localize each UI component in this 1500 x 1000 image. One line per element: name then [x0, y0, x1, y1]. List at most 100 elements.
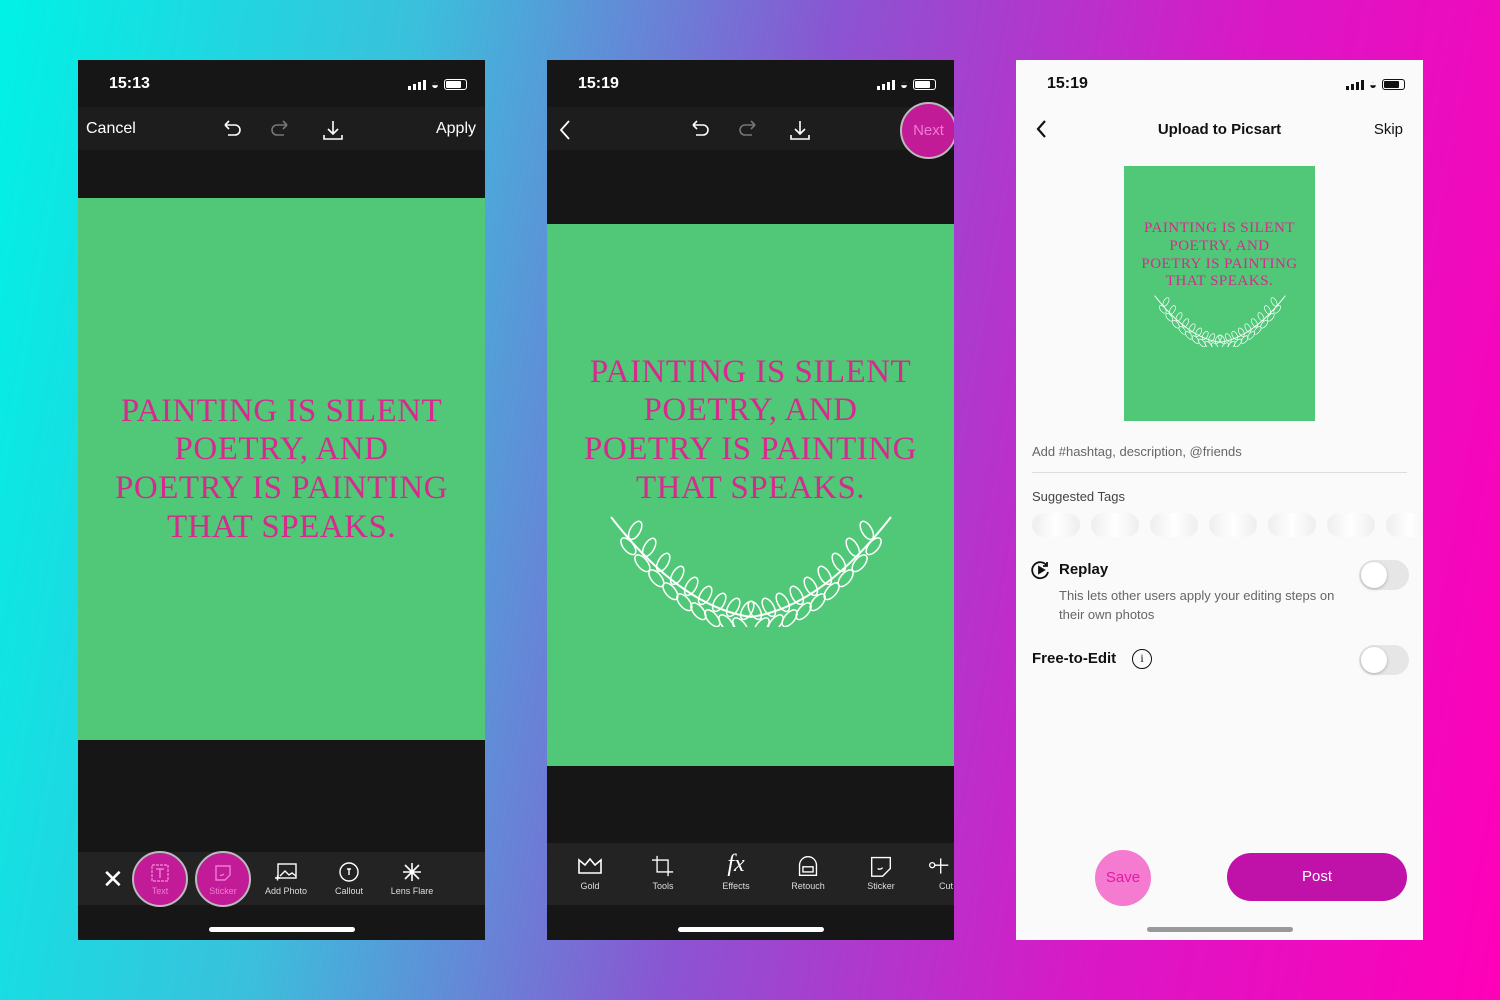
- wifi-icon: ◒: [900, 77, 908, 92]
- sticker-icon: [871, 856, 891, 877]
- status-bar: 15:19 ◒: [1016, 60, 1423, 107]
- tool-label: Text: [151, 886, 169, 896]
- quote-line: THAT SPEAKS.: [635, 469, 866, 506]
- quote-line: POETRY IS PAINTING: [115, 470, 448, 506]
- text-tools-bar: ✕ Text Sticker Add Photo Callout Lens Fl…: [78, 851, 485, 907]
- tool-gold[interactable]: Gold: [561, 855, 619, 891]
- status-icons: ◒: [877, 77, 936, 92]
- save-button[interactable]: Save: [1095, 850, 1151, 906]
- undo-icon[interactable]: [218, 117, 244, 143]
- replay-description: This lets other users apply your editing…: [1059, 588, 1335, 622]
- redo-icon[interactable]: [736, 117, 762, 143]
- retouch-icon: [798, 856, 818, 876]
- tool-label: Gold: [580, 881, 600, 891]
- apply-button[interactable]: Apply: [436, 120, 476, 138]
- wifi-icon: ◒: [431, 77, 439, 92]
- cutout-icon: [929, 858, 949, 874]
- status-bar: 15:19 ◒: [547, 60, 954, 107]
- replay-icon: [1031, 561, 1049, 580]
- phone-editor: 15:19 ◒ Next PAINTING IS SILENT POETRY, A…: [547, 60, 954, 940]
- clock: 15:13: [109, 75, 150, 92]
- download-icon[interactable]: [787, 117, 813, 143]
- skip-button[interactable]: Skip: [1374, 121, 1403, 138]
- signal-icon: [877, 79, 896, 90]
- battery-icon: [913, 79, 936, 90]
- image-preview: PAINTING IS SILENT POETRY, AND POETRY IS P…: [1124, 166, 1315, 421]
- post-button[interactable]: Post: [1227, 853, 1407, 901]
- tool-label: Retouch: [791, 881, 825, 891]
- redo-icon[interactable]: [268, 117, 294, 143]
- tag-placeholder[interactable]: [1150, 513, 1198, 537]
- quote-text[interactable]: PAINTING IS SILENT POETRY, AND POETRY IS P…: [115, 392, 448, 546]
- signal-icon: [1346, 79, 1365, 90]
- tool-label: Sticker: [209, 886, 237, 896]
- quote-line: POETRY IS PAINTING: [1141, 255, 1298, 272]
- battery-icon: [1382, 79, 1405, 90]
- editor-top-bar: Next: [547, 102, 954, 159]
- tool-label: Callout: [334, 886, 363, 896]
- description-input[interactable]: Add #hashtag, description, @friends: [1032, 444, 1407, 473]
- lens-flare-icon: [403, 863, 421, 881]
- tag-placeholder[interactable]: [1268, 513, 1316, 537]
- status-icons: ◒: [408, 77, 467, 92]
- tool-effects[interactable]: fx Effects: [707, 851, 765, 891]
- undo-icon[interactable]: [686, 117, 712, 143]
- home-indicator: [678, 927, 824, 932]
- quote-line: POETRY, AND: [1169, 237, 1270, 254]
- clock: 15:19: [1047, 75, 1088, 92]
- quote-text: PAINTING IS SILENT POETRY, AND POETRY IS P…: [1141, 220, 1297, 290]
- editor-top-bar: Cancel Apply: [78, 107, 485, 150]
- free-to-edit-label: Free-to-Edit: [1032, 650, 1117, 667]
- tool-retouch[interactable]: Retouch: [779, 855, 837, 891]
- add-photo-icon: [275, 863, 297, 881]
- tool-lens-flare[interactable]: Lens Flare: [383, 862, 441, 896]
- tool-sticker[interactable]: Sticker: [195, 851, 251, 907]
- tool-sticker[interactable]: Sticker: [852, 855, 910, 891]
- tool-label: Lens Flare: [390, 886, 434, 896]
- tool-label: Add Photo: [264, 886, 308, 896]
- quote-line: POETRY, AND: [174, 431, 389, 468]
- image-canvas[interactable]: PAINTING IS SILENT POETRY, AND POETRY IS P…: [547, 224, 954, 766]
- phone-upload: 15:19 ◒ Upload to Picsart Skip PAINTING …: [1016, 60, 1423, 940]
- tool-add-photo[interactable]: Add Photo: [257, 862, 315, 896]
- tool-tools[interactable]: Tools: [634, 855, 692, 891]
- quote-line: PAINTING IS SILENT: [589, 353, 912, 390]
- quote-line: PAINTING IS SILENT: [1144, 220, 1295, 237]
- suggested-tags-list: [1032, 513, 1423, 542]
- laurel-sticker[interactable]: [601, 507, 901, 628]
- text-icon: [151, 864, 169, 882]
- tag-placeholder[interactable]: [1386, 513, 1423, 537]
- free-to-edit-toggle[interactable]: [1359, 645, 1409, 675]
- tag-placeholder[interactable]: [1327, 513, 1375, 537]
- replay-toggle[interactable]: [1359, 560, 1409, 590]
- download-icon[interactable]: [320, 117, 346, 143]
- quote-line: THAT SPEAKS.: [166, 508, 397, 545]
- main-tools-bar: Gold Tools fx Effects Retouch Sticker Cut: [547, 843, 954, 905]
- clock: 15:19: [578, 75, 619, 92]
- status-bar: 15:13 ◒: [78, 60, 485, 107]
- tool-cutout[interactable]: Cut: [925, 855, 954, 891]
- image-canvas[interactable]: PAINTING IS SILENT POETRY, AND POETRY IS P…: [78, 198, 485, 740]
- tag-placeholder[interactable]: [1209, 513, 1257, 537]
- phone-text-editor: 15:13 ◒ Cancel Apply PAINTING IS SILENT P…: [78, 60, 485, 940]
- cancel-button[interactable]: Cancel: [86, 120, 136, 138]
- tag-placeholder[interactable]: [1091, 513, 1139, 537]
- tool-text[interactable]: Text: [132, 851, 188, 907]
- tool-callout[interactable]: Callout: [320, 862, 378, 896]
- quote-text[interactable]: PAINTING IS SILENT POETRY, AND POETRY IS P…: [584, 353, 917, 507]
- laurel-sticker: [1153, 294, 1286, 347]
- replay-label: Replay: [1059, 561, 1109, 578]
- tag-placeholder[interactable]: [1032, 513, 1080, 537]
- quote-line: POETRY, AND: [643, 392, 858, 429]
- close-icon[interactable]: ✕: [102, 864, 124, 895]
- next-button[interactable]: Next: [900, 102, 954, 159]
- sticker-icon: [215, 865, 231, 881]
- wifi-icon: ◒: [1369, 77, 1377, 92]
- back-icon[interactable]: [553, 117, 579, 143]
- battery-icon: [444, 79, 467, 90]
- crown-icon: [578, 857, 602, 874]
- tool-label: Cut: [939, 881, 954, 891]
- callout-icon: [339, 862, 359, 882]
- tool-label: Tools: [652, 881, 674, 891]
- info-icon[interactable]: i: [1132, 649, 1152, 669]
